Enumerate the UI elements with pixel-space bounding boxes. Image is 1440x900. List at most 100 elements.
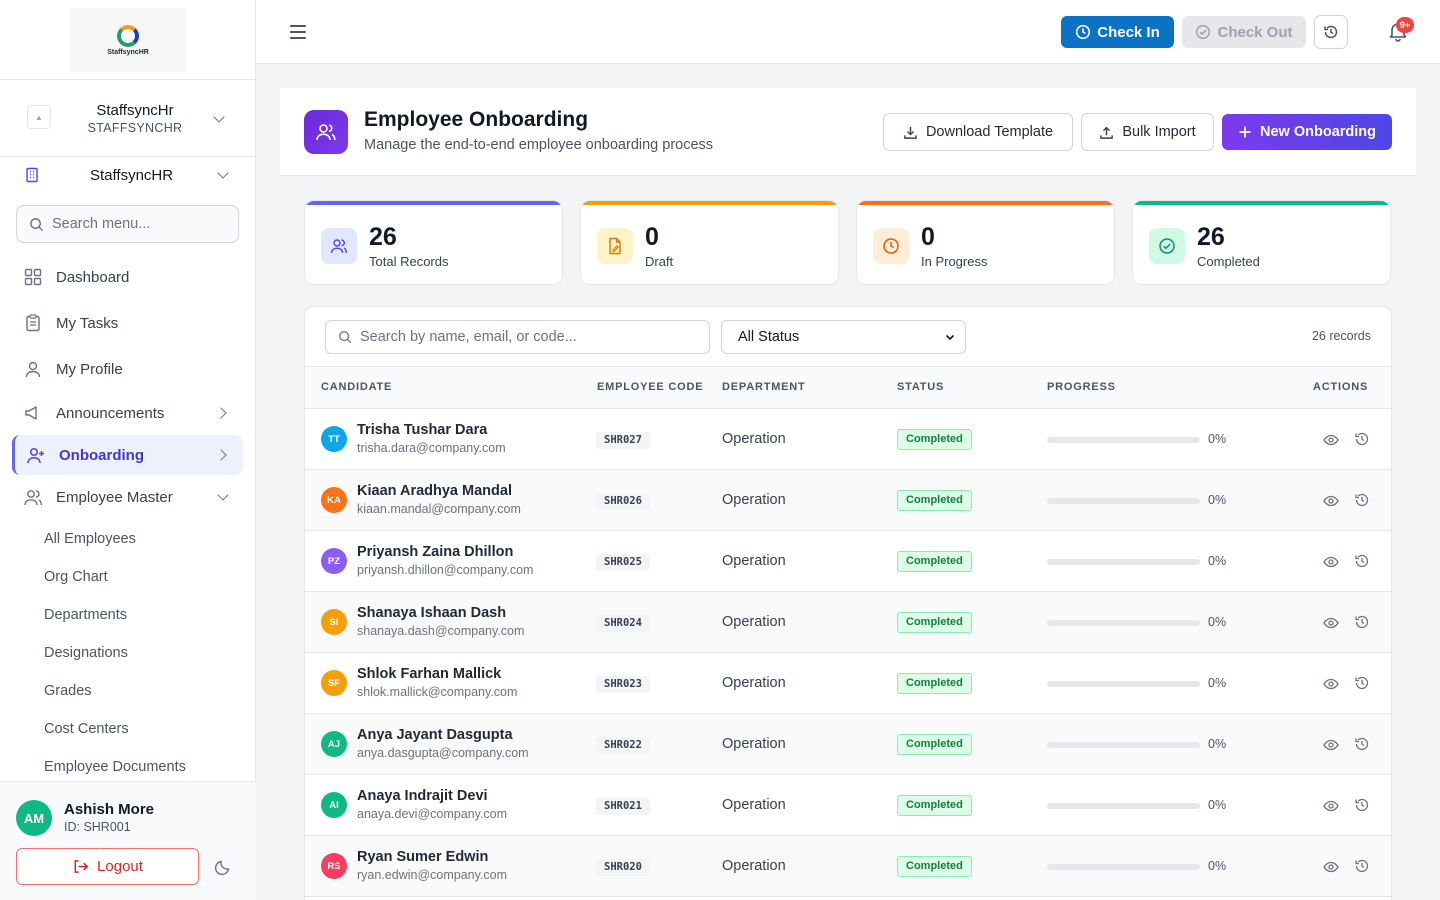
progress-text: 0% bbox=[1208, 737, 1227, 751]
avatar[interactable]: AM bbox=[16, 800, 52, 836]
column-header-status[interactable]: STATUS bbox=[897, 381, 944, 393]
progress-text: 0% bbox=[1208, 859, 1227, 873]
check-in-button[interactable]: Check In bbox=[1061, 16, 1174, 48]
sub-item-cost-centers[interactable]: Cost Centers bbox=[44, 721, 129, 737]
page-title: Employee Onboarding bbox=[364, 108, 589, 131]
user-id: ID: SHR001 bbox=[64, 820, 131, 834]
table-search[interactable] bbox=[325, 320, 710, 354]
users-icon bbox=[24, 490, 42, 506]
candidate-avatar: AJ bbox=[321, 731, 347, 757]
search-icon bbox=[339, 331, 352, 344]
nav-item-my-profile[interactable]: My Profile bbox=[12, 349, 243, 389]
progress-bar bbox=[1047, 620, 1200, 626]
candidate-email: kiaan.mandal@company.com bbox=[357, 502, 521, 516]
candidate-name[interactable]: Kiaan Aradhya Mandal bbox=[357, 483, 512, 499]
view-eye-icon[interactable] bbox=[1323, 737, 1339, 753]
logout-button[interactable]: Logout bbox=[16, 848, 199, 885]
table-row[interactable]: AI Anaya Indrajit Devi anaya.devi@compan… bbox=[305, 775, 1391, 836]
notification-badge: 9+ bbox=[1396, 17, 1414, 33]
moon-icon[interactable] bbox=[214, 858, 232, 876]
candidate-email: priyansh.dhillon@company.com bbox=[357, 563, 534, 577]
candidate-name[interactable]: Ryan Sumer Edwin bbox=[357, 849, 488, 865]
history-icon[interactable] bbox=[1354, 614, 1370, 630]
menu-search-input[interactable] bbox=[52, 216, 222, 232]
history-icon[interactable] bbox=[1354, 858, 1370, 874]
history-icon[interactable] bbox=[1354, 553, 1370, 569]
table-row[interactable]: TT Trisha Tushar Dara trisha.dara@compan… bbox=[305, 409, 1391, 470]
history-icon[interactable] bbox=[1354, 492, 1370, 508]
view-eye-icon[interactable] bbox=[1323, 859, 1339, 875]
nav-item-dashboard[interactable]: Dashboard bbox=[12, 257, 243, 297]
sub-item-org-chart[interactable]: Org Chart bbox=[44, 569, 108, 585]
sub-item-departments[interactable]: Departments bbox=[44, 607, 127, 623]
candidate-name[interactable]: Anaya Indrajit Devi bbox=[357, 788, 488, 804]
new-onboarding-button[interactable]: New Onboarding bbox=[1222, 114, 1392, 150]
sub-item-employee-documents[interactable]: Employee Documents bbox=[44, 759, 186, 775]
sub-item-all-employees[interactable]: All Employees bbox=[44, 531, 136, 547]
employee-code: SHR021 bbox=[596, 798, 650, 815]
download-template-button[interactable]: Download Template bbox=[883, 113, 1073, 151]
view-eye-icon[interactable] bbox=[1323, 432, 1339, 448]
status-filter-select[interactable]: All Status bbox=[721, 320, 966, 354]
stat-card-completed: 26 Completed bbox=[1132, 200, 1391, 285]
status-badge: Completed bbox=[897, 673, 972, 694]
menu-toggle-icon[interactable] bbox=[290, 25, 306, 39]
sub-item-grades[interactable]: Grades bbox=[44, 683, 92, 699]
upload-icon bbox=[1100, 126, 1114, 139]
bulk-import-button[interactable]: Bulk Import bbox=[1081, 113, 1214, 151]
view-eye-icon[interactable] bbox=[1323, 554, 1339, 570]
table-search-input[interactable] bbox=[360, 329, 690, 345]
menu-search[interactable] bbox=[16, 205, 239, 243]
column-header-candidate[interactable]: CANDIDATE bbox=[321, 381, 392, 393]
column-header-department[interactable]: DEPARTMENT bbox=[722, 381, 806, 393]
table-row[interactable]: SI Shanaya Ishaan Dash shanaya.dash@comp… bbox=[305, 592, 1391, 653]
nav-item-onboarding[interactable]: Onboarding bbox=[12, 435, 243, 475]
employee-code: SHR022 bbox=[596, 737, 650, 754]
table-row[interactable]: SF Shlok Farhan Mallick shlok.mallick@co… bbox=[305, 653, 1391, 714]
table-row[interactable]: PZ Priyansh Zaina Dhillon priyansh.dhill… bbox=[305, 531, 1391, 592]
company-logo[interactable]: StaffsyncHR bbox=[70, 8, 186, 72]
users-icon bbox=[321, 228, 357, 264]
org-chevron-down-icon[interactable] bbox=[213, 111, 225, 123]
candidate-name[interactable]: Anya Jayant Dasgupta bbox=[357, 727, 513, 743]
nav-item-employee-master[interactable]: Employee Master bbox=[12, 477, 243, 517]
candidate-name[interactable]: Shanaya Ishaan Dash bbox=[357, 605, 506, 621]
department: Operation bbox=[722, 553, 786, 569]
dashboard-icon bbox=[24, 268, 42, 286]
nav-item-announcements[interactable]: Announcements bbox=[12, 393, 243, 433]
candidate-name[interactable]: Priyansh Zaina Dhillon bbox=[357, 544, 513, 560]
table-row[interactable]: KA Kiaan Aradhya Mandal kiaan.mandal@com… bbox=[305, 470, 1391, 531]
table-header: CANDIDATE EMPLOYEE CODE DEPARTMENT STATU… bbox=[305, 366, 1391, 409]
history-icon[interactable] bbox=[1354, 675, 1370, 691]
history-icon[interactable] bbox=[1354, 736, 1370, 752]
view-eye-icon[interactable] bbox=[1323, 493, 1339, 509]
onboarding-users-icon bbox=[304, 110, 348, 154]
check-out-button[interactable]: Check Out bbox=[1182, 16, 1306, 48]
table-row[interactable]: AJ Anya Jayant Dasgupta anya.dasgupta@co… bbox=[305, 714, 1391, 775]
department: Operation bbox=[722, 614, 786, 630]
progress-bar bbox=[1047, 498, 1200, 504]
candidate-avatar: KA bbox=[321, 487, 347, 513]
employee-code: SHR020 bbox=[596, 859, 650, 876]
progress-bar bbox=[1047, 742, 1200, 748]
attendance-history-button[interactable] bbox=[1314, 15, 1348, 49]
view-eye-icon[interactable] bbox=[1323, 615, 1339, 631]
clipboard-icon bbox=[26, 314, 40, 332]
history-icon[interactable] bbox=[1354, 797, 1370, 813]
chevron-down-icon bbox=[217, 489, 229, 501]
view-eye-icon[interactable] bbox=[1323, 798, 1339, 814]
history-icon[interactable] bbox=[1354, 431, 1370, 447]
column-header-employee-code[interactable]: EMPLOYEE CODE bbox=[597, 381, 703, 393]
org-name[interactable]: StaffsyncHr bbox=[60, 102, 210, 119]
column-header-progress[interactable]: PROGRESS bbox=[1047, 381, 1116, 393]
chevron-right-icon bbox=[215, 449, 227, 461]
view-eye-icon[interactable] bbox=[1323, 676, 1339, 692]
nav-item-my-tasks[interactable]: My Tasks bbox=[12, 303, 243, 343]
stat-label: Total Records bbox=[369, 254, 449, 269]
nav-label: Announcements bbox=[56, 404, 165, 422]
sub-item-designations[interactable]: Designations bbox=[44, 645, 128, 661]
candidate-name[interactable]: Trisha Tushar Dara bbox=[357, 422, 487, 438]
candidate-name[interactable]: Shlok Farhan Mallick bbox=[357, 666, 501, 682]
table-row[interactable]: RS Ryan Sumer Edwin ryan.edwin@company.c… bbox=[305, 836, 1391, 897]
department: Operation bbox=[722, 736, 786, 752]
